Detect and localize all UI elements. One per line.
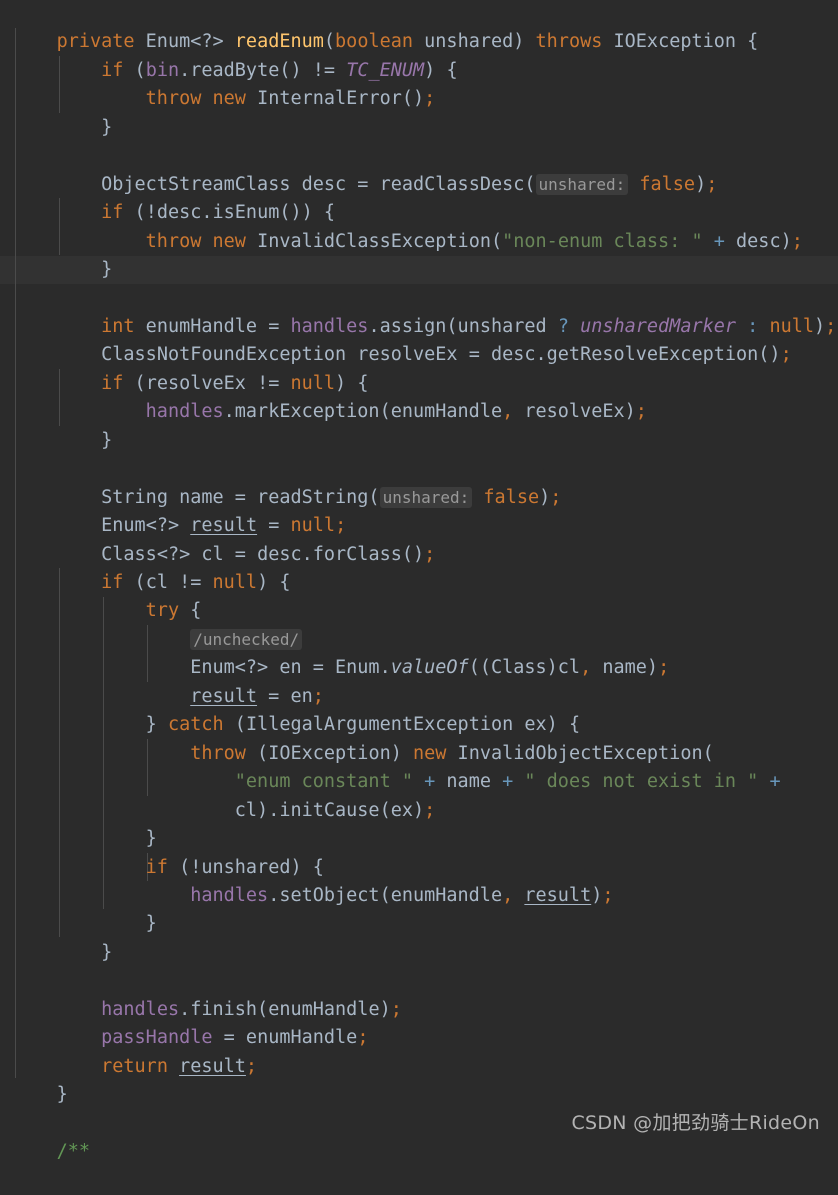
code-line[interactable]: } [0, 398, 838, 451]
code-line-blank[interactable] [0, 114, 838, 142]
code-line[interactable]: cl).initCause(ex); [0, 768, 838, 821]
code-line[interactable]: Class<?> cl = desc.forClass(); [0, 512, 838, 565]
code-line-blank[interactable] [0, 939, 838, 967]
code-line[interactable]: if (bin.readByte() != TC_ENUM) { [0, 28, 838, 81]
code-line[interactable]: throw new InternalError(); [0, 57, 838, 109]
code-line[interactable]: "enum constant " + name + " does not exi… [0, 740, 838, 792]
code-line[interactable]: throw new InvalidClassException("non-enu… [0, 199, 838, 252]
code-line[interactable]: } [0, 1053, 838, 1105]
code-line-blank[interactable] [0, 427, 838, 455]
code-line[interactable]: } [0, 85, 838, 138]
code-line[interactable]: String name = readString(unshared: false… [0, 455, 838, 508]
code-line[interactable]: } [0, 882, 838, 934]
code-line[interactable]: Enum<?> result = null; [0, 484, 838, 536]
code-line[interactable]: if (resolveEx != null) { [0, 341, 838, 394]
code-line-blank[interactable] [0, 256, 838, 284]
csdn-watermark: CSDN @加把劲骑士RideOn [571, 1111, 820, 1134]
code-line[interactable]: if (cl != null) { [0, 541, 838, 593]
code-line[interactable]: passHandle = enumHandle; [0, 996, 838, 1048]
code-line[interactable]: throw (IOException) new InvalidObjectExc… [0, 711, 838, 764]
code-line[interactable]: handles.finish(enumHandle); [0, 967, 838, 1020]
code-line[interactable]: ObjectStreamClass desc = readClassDesc(u… [0, 142, 838, 195]
code-line[interactable]: handles.setObject(enumHandle, result); [0, 854, 838, 906]
code-line[interactable]: result = en; [0, 654, 838, 707]
code-line[interactable]: handles.markException(enumHandle, resolv… [0, 370, 838, 422]
code-line[interactable]: if (!desc.isEnum()) { [0, 171, 838, 223]
token-javadoc-comment: /** [56, 1141, 90, 1162]
code-line[interactable]: } [0, 910, 838, 963]
code-line[interactable]: ClassNotFoundException resolveEx = desc.… [0, 313, 838, 365]
code-line[interactable]: private Enum<?> readEnum(boolean unshare… [0, 0, 838, 52]
code-line[interactable]: Enum<?> en = Enum.valueOf((Class)cl, nam… [0, 626, 838, 678]
code-line[interactable]: if (!unshared) { [0, 825, 838, 878]
code-line[interactable]: } catch (IllegalArgumentException ex) { [0, 683, 838, 735]
code-line[interactable]: int enumHandle = handles.assign(unshared… [0, 285, 838, 337]
code-line[interactable]: } [0, 797, 838, 849]
code-line[interactable]: try { [0, 569, 838, 621]
code-line[interactable]: } [0, 228, 838, 280]
code-line[interactable]: return result; [0, 1024, 838, 1077]
code-line[interactable]: /unchecked/ [0, 597, 838, 650]
code-editor[interactable]: private Enum<?> readEnum(boolean unshare… [0, 0, 838, 1162]
code-line-blank[interactable] [0, 1081, 838, 1109]
